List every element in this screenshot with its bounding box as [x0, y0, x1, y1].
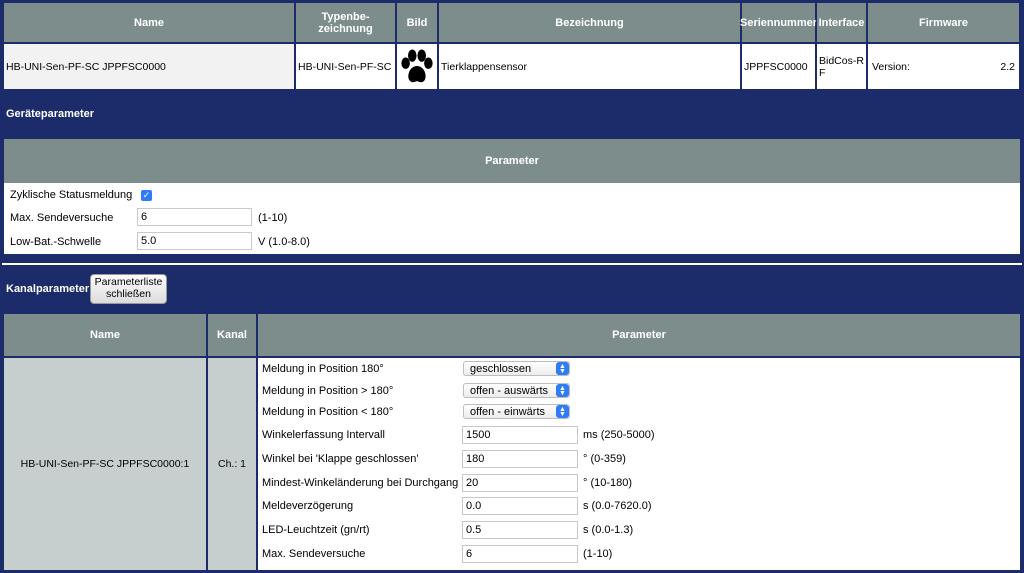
report-delay-input[interactable]	[462, 497, 578, 515]
device-name[interactable]: HB-UNI-Sen-PF-SC JPPFSC0000	[3, 43, 295, 90]
channel-col-header-parameter: Parameter	[257, 313, 1021, 357]
param-label: Meldung in Position < 180°	[262, 406, 394, 418]
firmware-value: 2.2	[1000, 60, 1015, 73]
channel-number: Ch.: 1	[207, 357, 257, 571]
channel-max-send-input[interactable]	[462, 545, 578, 563]
col-header-type: Typenbe- zeichnung	[295, 2, 396, 43]
param-label: LED-Leuchtzeit (gn/rt)	[262, 524, 370, 536]
select-arrows-icon: ▲ ▼	[556, 384, 569, 397]
lowbat-input[interactable]	[137, 232, 252, 250]
param-label: Max. Sendeversuche	[262, 548, 366, 560]
cyclic-status-checkbox[interactable]: ✓	[141, 190, 152, 201]
device-interface: BidCos-RF	[816, 43, 867, 90]
angle-closed-input[interactable]	[462, 450, 578, 468]
channel-name: HB-UNI-Sen-PF-SC JPPFSC0000:1	[3, 357, 207, 571]
param-label: Mindest-Winkeländerung bei Durchgang	[262, 477, 459, 489]
device-image	[396, 43, 438, 90]
param-label: Winkelerfassung Intervall	[262, 429, 385, 441]
param-hint: ° (0-359)	[583, 453, 626, 465]
device-params-box: Parameter Zyklische Statusmeldung ✓ Max.…	[2, 137, 1022, 256]
param-hint: (1-10)	[583, 548, 613, 560]
col-header-serial: Seriennummer	[740, 2, 817, 43]
led-time-input[interactable]	[462, 521, 578, 539]
firmware-label: Version:	[872, 60, 910, 73]
close-param-list-button[interactable]: Parameterliste schließen	[90, 274, 167, 304]
select-arrows-icon: ▲ ▼	[556, 405, 569, 418]
param-hint: ms (250-5000)	[583, 429, 655, 441]
section-divider	[2, 263, 1022, 265]
select-value: geschlossen	[470, 362, 532, 375]
position-gt-180-select[interactable]: offen - auswärts ▲ ▼	[463, 383, 570, 398]
max-send-hint: (1-10)	[258, 212, 288, 224]
cyclic-status-row: Zyklische Statusmeldung	[10, 189, 132, 201]
device-params-header: Parameter	[4, 139, 1020, 183]
select-value: offen - auswärts	[470, 384, 549, 397]
max-send-input[interactable]	[137, 208, 252, 226]
position-180-select[interactable]: geschlossen ▲ ▼	[463, 361, 570, 376]
device-description: Tierklappensensor	[438, 43, 741, 90]
channel-col-header-name: Name	[3, 313, 207, 357]
param-hint: s (0.0-7620.0)	[583, 500, 652, 512]
param-label: Meldeverzögerung	[262, 500, 354, 512]
max-send-row: Max. Sendeversuche	[10, 212, 113, 224]
param-hint: s (0.0-1.3)	[583, 524, 634, 536]
col-header-name: Name	[3, 2, 295, 43]
select-arrows-icon: ▲ ▼	[556, 362, 569, 375]
angle-interval-input[interactable]	[462, 426, 578, 444]
col-header-description: Bezeichnung	[438, 2, 741, 43]
param-label: Meldung in Position 180°	[262, 363, 384, 375]
lowbat-label: Low-Bat.-Schwelle	[10, 236, 102, 248]
cyclic-status-label: Zyklische Statusmeldung	[10, 189, 133, 201]
param-hint: ° (10-180)	[583, 477, 633, 489]
max-send-label: Max. Sendeversuche	[10, 212, 114, 224]
channel-params-title: Kanalparameter	[6, 283, 90, 295]
device-params-title: Geräteparameter	[6, 108, 95, 120]
device-firmware: Version: 2.2	[867, 43, 1020, 90]
param-label: Winkel bei 'Klappe geschlossen'	[262, 453, 419, 465]
select-value: offen - einwärts	[470, 405, 546, 418]
col-header-firmware: Firmware	[867, 2, 1020, 43]
lowbat-hint: V (1.0-8.0)	[258, 236, 310, 248]
lowbat-row: Low-Bat.-Schwelle	[10, 236, 101, 248]
device-type: HB-UNI-Sen-PF-SC	[295, 43, 396, 90]
col-header-image: Bild	[396, 2, 438, 43]
device-serial: JPPFSC0000	[741, 43, 816, 90]
paw-icon	[401, 48, 433, 82]
position-lt-180-select[interactable]: offen - einwärts ▲ ▼	[463, 404, 570, 419]
param-label: Meldung in Position > 180°	[262, 385, 394, 397]
col-header-interface: Interface	[816, 2, 867, 43]
channel-col-header-channel: Kanal	[207, 313, 257, 357]
min-angle-change-input[interactable]	[462, 474, 578, 492]
